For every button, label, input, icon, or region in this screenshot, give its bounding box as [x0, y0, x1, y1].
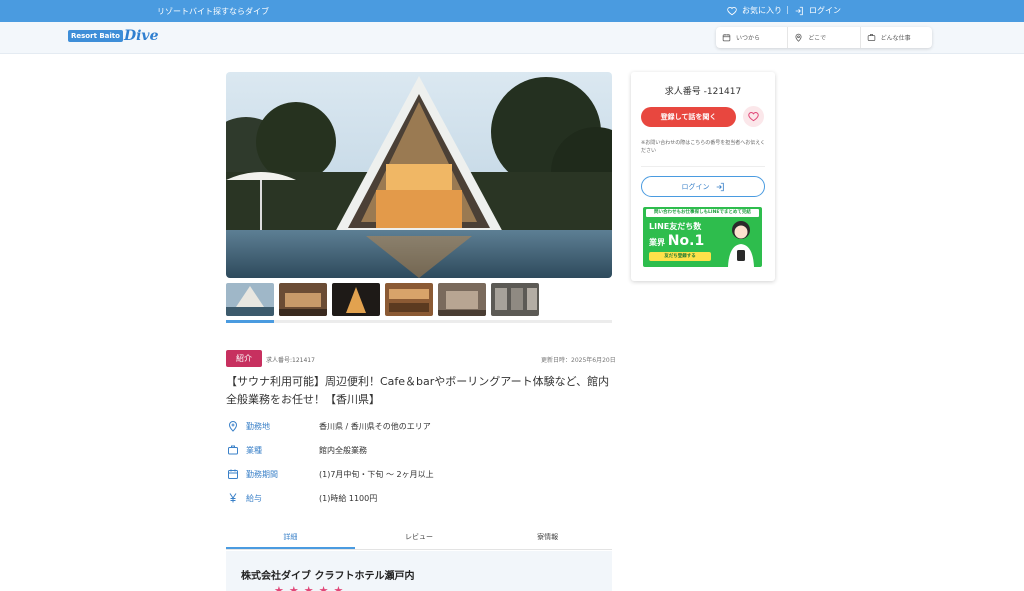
company-section: 株式会社ダイブ クラフトホテル瀬戸内 ★★★★★: [226, 551, 612, 591]
company-name: 株式会社ダイブ クラフトホテル瀬戸内: [241, 571, 415, 582]
hotel-photo: [226, 72, 612, 278]
site-tagline: リゾートバイト探すならダイブ: [157, 7, 269, 16]
line-banner-no1: No.1: [667, 233, 705, 249]
sidebar-login-button[interactable]: ログイン: [641, 176, 765, 197]
line-banner-line1: LINE友だち数: [649, 222, 702, 231]
map-pin-icon: [228, 421, 238, 432]
calendar-icon: [722, 34, 731, 42]
topbar-separator: |: [786, 5, 789, 14]
search-when[interactable]: いつから: [716, 27, 789, 48]
tab-details[interactable]: 詳細: [226, 528, 355, 549]
favorites-link[interactable]: お気に入り: [727, 5, 782, 16]
sidebar-login-label: ログイン: [681, 182, 710, 191]
top-bar: リゾートバイト探すならダイブ お気に入り | ログイン: [0, 0, 1024, 22]
info-row-industry: 業種 館内全般業務: [226, 442, 612, 458]
line-banner-cta: 友だち登録する: [649, 252, 711, 261]
heart-icon: [748, 112, 759, 122]
job-title: 【サウナ利用可能】周辺便利！Cafe＆barやボーリングアート体験など、館内全般…: [226, 375, 610, 406]
info-label: 勤務期間: [246, 469, 278, 479]
map-pin-icon: [795, 33, 802, 42]
info-row-location: 勤務地 香川県 / 香川県その他のエリア: [226, 418, 612, 434]
apply-button[interactable]: 登録して話を聞く: [641, 107, 736, 127]
line-banner[interactable]: 問い合わせもお仕事探しもLINEでまとめて完結 LINE友だち数 業界 No.1…: [643, 207, 762, 267]
site-logo[interactable]: Resort Baito Dive: [68, 28, 158, 44]
sidebar-divider: [641, 166, 765, 167]
briefcase-icon: [228, 445, 238, 455]
info-value: 館内全般業務: [319, 445, 367, 455]
calendar-icon: [228, 469, 238, 479]
info-value: (1)時給 1100円: [319, 493, 378, 503]
thumbnail-scroll-indicator[interactable]: [226, 320, 274, 323]
topbar-login-label: ログイン: [809, 6, 841, 15]
updated-date: 更新日時：2025年6月20日: [541, 357, 616, 364]
line-banner-top: 問い合わせもお仕事探しもLINEでまとめて完結: [646, 209, 759, 217]
favorites-label: お気に入り: [742, 6, 782, 15]
thumbnail-5[interactable]: [438, 283, 486, 316]
thumbnail-1[interactable]: [226, 283, 274, 316]
logo-word: Dive: [123, 28, 159, 44]
heart-icon: [727, 6, 737, 15]
inquiry-note: ※お問い合わせの際はこちらの番号を担当者へお伝えください: [641, 140, 766, 154]
thumbnail-strip: [226, 283, 539, 316]
login-icon: [716, 182, 724, 191]
search-bar: いつから どこで どんな仕事: [716, 27, 932, 48]
info-row-period: 勤務期間 (1)7月中旬・下旬 〜 2ヶ月以上: [226, 466, 612, 482]
sidebar-job-number: 求人番号 -121417: [664, 87, 742, 97]
login-icon: [795, 6, 803, 15]
topbar-login-link[interactable]: ログイン: [794, 5, 841, 16]
thumbnail-2[interactable]: [279, 283, 327, 316]
thumbnail-4[interactable]: [385, 283, 433, 316]
yen-icon: [229, 493, 237, 503]
tab-reviews[interactable]: レビュー: [355, 528, 484, 549]
category-badge: 紹介: [226, 350, 262, 367]
logo-box-text: Resort Baito: [68, 30, 123, 42]
info-label: 勤務地: [246, 421, 270, 431]
search-what-label: どんな仕事: [880, 35, 911, 42]
person-illustration: [728, 221, 754, 267]
tab-dorm-info[interactable]: 寮情報: [483, 528, 612, 549]
briefcase-icon: [867, 34, 875, 41]
detail-tabs: 詳細 レビュー 寮情報: [226, 528, 612, 550]
search-when-label: いつから: [736, 35, 761, 42]
thumbnail-3[interactable]: [332, 283, 380, 316]
line-banner-line2: 業界 No.1: [649, 233, 704, 249]
search-what[interactable]: どんな仕事: [861, 27, 932, 48]
info-row-salary: 給与 (1)時給 1100円: [226, 490, 612, 506]
search-where[interactable]: どこで: [788, 27, 861, 48]
info-label: 給与: [246, 493, 262, 503]
info-value: (1)7月中旬・下旬 〜 2ヶ月以上: [319, 469, 434, 479]
job-number: 求人番号:121417: [266, 357, 315, 364]
thumbnail-6[interactable]: [491, 283, 539, 316]
favorite-button[interactable]: [743, 106, 764, 127]
hero-photo[interactable]: [226, 72, 612, 278]
thumbnail-scrollbar[interactable]: [226, 320, 612, 323]
line-banner-prefix: 業界: [649, 238, 665, 247]
info-value: 香川県 / 香川県その他のエリア: [319, 421, 431, 431]
apply-card: 求人番号 -121417 登録して話を聞く ※お問い合わせの際はこちらの番号を担…: [631, 72, 775, 281]
rating-stars: ★★★★★: [274, 584, 349, 591]
info-label: 業種: [246, 445, 262, 455]
search-where-label: どこで: [808, 35, 827, 42]
